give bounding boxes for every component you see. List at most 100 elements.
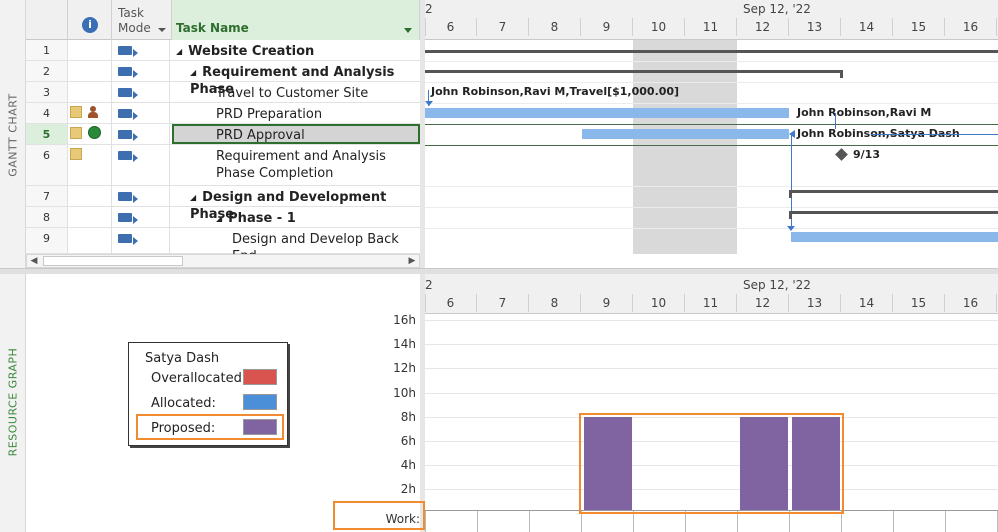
- collapse-triangle-icon[interactable]: ◢: [216, 214, 222, 223]
- note-icon[interactable]: [70, 106, 82, 118]
- row-id[interactable]: 7: [26, 186, 68, 206]
- gantt-day-9: 9: [581, 18, 633, 36]
- y-tick-label: 16h: [393, 313, 416, 328]
- row-id[interactable]: 4: [26, 103, 68, 123]
- table-row[interactable]: 2 ◢ Requirement and Analysis Phase: [26, 61, 420, 97]
- task-name-text: Phase - 1: [228, 211, 296, 226]
- row-task-name[interactable]: Travel to Customer Site: [172, 82, 420, 102]
- row-id[interactable]: 8: [26, 207, 68, 227]
- table-row[interactable]: 5 PRD Approval: [26, 124, 420, 145]
- task-name-text-line-2: Phase Completion: [216, 166, 334, 181]
- row-task-mode[interactable]: [112, 82, 170, 102]
- row-indicators: [68, 228, 112, 253]
- gantt-day-8: 8: [529, 18, 581, 36]
- scroll-left-icon[interactable]: ◀: [27, 255, 41, 267]
- task-bar-design-back-end[interactable]: [791, 232, 998, 242]
- y-tick-label: 2h: [400, 481, 416, 496]
- row-task-name[interactable]: ◢ Requirement and Analysis Phase: [172, 61, 420, 97]
- row-task-name[interactable]: Requirement and Analysis Phase Completion: [172, 145, 420, 185]
- row-task-name[interactable]: PRD Preparation: [172, 103, 420, 123]
- info-icon: i: [82, 17, 98, 33]
- row-task-name[interactable]: ◢ Website Creation: [172, 40, 420, 60]
- row-id[interactable]: 1: [26, 40, 68, 60]
- row-task-mode[interactable]: [112, 145, 170, 185]
- gantt-day-6: 6: [425, 18, 477, 36]
- row-id[interactable]: 9: [26, 228, 68, 253]
- row-task-name[interactable]: ◢ Phase - 1: [172, 207, 420, 227]
- resource-graph-side-label: RESOURCE GRAPH: [0, 272, 26, 532]
- row-id[interactable]: 2: [26, 61, 68, 81]
- row-task-mode[interactable]: [112, 124, 170, 144]
- auto-schedule-icon: [118, 67, 138, 78]
- gantt-day-13: 13: [789, 18, 841, 36]
- summary-bar-design-phase[interactable]: [789, 190, 998, 193]
- resource-day-13: 13: [789, 294, 841, 312]
- row-task-mode[interactable]: [112, 103, 170, 123]
- legend-resource-name: Satya Dash: [145, 351, 220, 366]
- timescale-partial-label: 2: [425, 278, 433, 292]
- milestone-diamond-icon[interactable]: [835, 148, 848, 161]
- row-id[interactable]: 5: [26, 124, 68, 144]
- selected-row-line: [425, 145, 998, 146]
- row-task-mode[interactable]: [112, 61, 170, 81]
- summary-bar-requirement-phase[interactable]: [425, 70, 843, 73]
- row-indicators: [68, 145, 112, 185]
- row-indicators: [68, 61, 112, 81]
- table-row[interactable]: 6 Requirement and Analysis Phase Completio…: [26, 145, 420, 186]
- task-name-column-header[interactable]: Task Name: [172, 0, 420, 40]
- auto-schedule-icon: [118, 151, 138, 162]
- collapse-triangle-icon[interactable]: ◢: [190, 68, 196, 77]
- gantt-chart-area[interactable]: John Robinson,Ravi M,Travel[$1,000.00] J…: [425, 40, 998, 254]
- row-task-mode[interactable]: [112, 207, 170, 227]
- task-bar-prd-preparation[interactable]: [425, 108, 789, 118]
- row-task-name[interactable]: Design and Develop Back End: [172, 228, 420, 264]
- row-task-mode[interactable]: [112, 228, 170, 253]
- row-indicators: [68, 186, 112, 206]
- row-task-name[interactable]: ◢ Design and Development Phase: [172, 186, 420, 222]
- collapse-triangle-icon[interactable]: ◢: [176, 47, 182, 56]
- resource-day-11: 11: [685, 294, 737, 312]
- id-column-header[interactable]: [26, 0, 68, 40]
- table-row[interactable]: 3 Travel to Customer Site: [26, 82, 420, 103]
- legend-allocated-label: Allocated:: [151, 396, 216, 411]
- gantt-chart-side-label: GANTT CHART: [0, 0, 26, 270]
- milestone-date-label: 9/13: [853, 148, 880, 161]
- table-row[interactable]: 9 Design and Develop Back End: [26, 228, 420, 264]
- collapse-triangle-icon[interactable]: ◢: [190, 193, 196, 202]
- table-row[interactable]: 4 PRD Preparation: [26, 103, 420, 124]
- summary-bar-phase-1[interactable]: [789, 211, 998, 214]
- travel-resource-label: John Robinson,Ravi M,Travel[$1,000.00]: [431, 85, 680, 98]
- y-gridline: [425, 368, 998, 370]
- dropdown-arrow-icon[interactable]: [158, 28, 166, 32]
- scroll-right-icon[interactable]: ▶: [405, 255, 419, 267]
- timescale-partial-label: 2: [425, 2, 433, 16]
- task-bar-prd-approval[interactable]: [582, 129, 789, 139]
- task-table-scrollbar[interactable]: ◀ ▶: [26, 254, 420, 268]
- row-id[interactable]: 6: [26, 145, 68, 185]
- dropdown-arrow-icon[interactable]: [404, 28, 412, 33]
- row-task-mode[interactable]: [112, 40, 170, 60]
- resource-day-10: 10: [633, 294, 685, 312]
- scroll-thumb[interactable]: [43, 256, 183, 266]
- day-divider: [477, 510, 478, 532]
- task-mode-column-header[interactable]: Task Mode: [112, 0, 172, 40]
- row-task-mode[interactable]: [112, 186, 170, 206]
- y-tick-label: 8h: [400, 409, 416, 424]
- day-divider: [529, 510, 530, 532]
- summary-bar-website-creation[interactable]: [425, 50, 998, 53]
- row-id[interactable]: 3: [26, 82, 68, 102]
- y-gridline: [425, 320, 998, 322]
- note-icon[interactable]: [70, 148, 82, 160]
- row-indicators: [68, 82, 112, 102]
- resource-day-6: 6: [425, 294, 477, 312]
- row-task-name[interactable]: PRD Approval: [172, 124, 420, 144]
- table-row[interactable]: 8 ◢ Phase - 1: [26, 207, 420, 228]
- summary-bar-start: [789, 190, 792, 198]
- resource-icon: [88, 106, 98, 118]
- indicators-column-header[interactable]: i: [68, 0, 112, 40]
- table-row[interactable]: 1 ◢ Website Creation: [26, 40, 420, 61]
- table-row[interactable]: 7 ◢ Design and Development Phase: [26, 186, 420, 222]
- note-icon[interactable]: [70, 127, 82, 139]
- gantt-row-gridline: [425, 61, 998, 62]
- row-indicators: [68, 207, 112, 227]
